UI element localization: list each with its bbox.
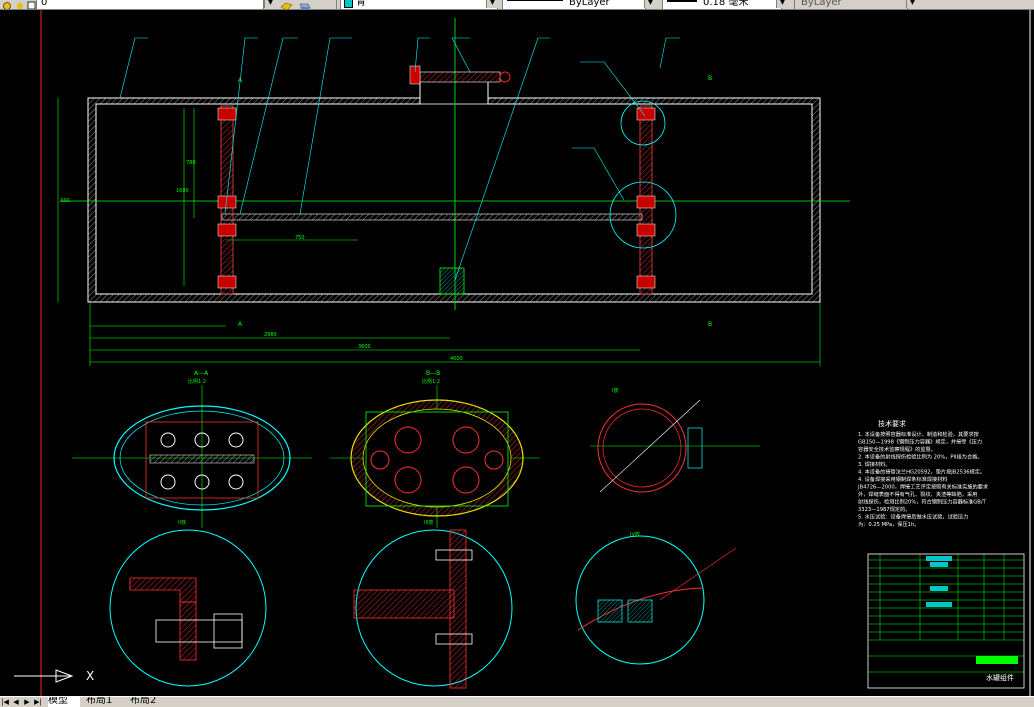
detail-iii: III放 [353,519,513,689]
bb-scale: 比例1:2 [422,378,440,385]
tech-line: 2. 本设备的射线探伤检验比例为 20%，PII级为合格。 [858,453,983,461]
svg-text:X: X [86,669,94,683]
tab-layout1[interactable]: 布局1 [86,697,126,707]
title-block: 水罐组件 [867,553,1025,689]
technical-requirements: 技术要求 1. 本设备按照容器标准设计、制造和检验，其要求按GB150—1998… [857,419,989,528]
dim-1: 330 [60,198,70,204]
ucs-icon: X [14,669,94,683]
lineweight-value: 0.18 毫米 [703,0,749,8]
dim-5: 2980 [264,332,277,338]
detail-iv: IV放 [575,531,737,665]
section-label-a-bottom: A [238,321,243,328]
detail-i: I放 [590,387,760,493]
color-swatch-icon [344,0,353,8]
layout-tab-bar: |◀ ◀ ▶ ▶| 模型 布局1 布局2 [0,696,1034,707]
layer-dropdown-arrow-icon[interactable]: ▼ [264,0,276,8]
dimension-lines [57,98,821,366]
dim-7: 4600 [450,356,463,362]
tech-line: GB150—1998《钢制压力容器》规定，并接受《压力 [858,438,982,446]
aa-title: A—A [194,370,209,377]
linetype-value: ByLayer [569,0,610,8]
tech-line: 为：0.25 MPa，保压1h。 [858,520,919,528]
tech-title: 技术要求 [878,419,906,428]
tab-model[interactable]: 模型 [48,697,80,707]
freeze-icon[interactable] [14,0,26,9]
tech-line: 5. 水压试验：设备焊接后做水压试验，试验压力 [858,513,968,521]
tech-line: 4. 设备焊接采用钢制焊条标准焊接材料 [858,475,948,483]
linetype-dropdown-arrow-icon[interactable]: ▼ [644,0,656,8]
layer-value: 0 [41,0,48,8]
tech-line: JB4726—2000，焊接工艺评定按照有关标准实施的要求 [857,483,989,491]
main-view: 330 780 1600 750 2980 3600 4600 A A B B [57,18,850,366]
tech-line: 外，焊缝表面不得有气孔、裂纹、夹渣等缺陷，采用 [858,490,977,498]
bb-title: B—B [426,370,440,377]
lineweight-sample [667,0,697,2]
bottom-support [439,267,465,295]
detail-iii-title: III放 [424,519,433,526]
detail-i-title: I放 [612,387,618,394]
section-label-b-bottom: B [708,321,712,328]
dim-2: 780 [186,160,196,166]
detail-ii-title: II放 [178,519,186,526]
properties-toolbar: 0 ▼ 青 ▼ ByLayer ▼ 0.18 毫米 ▼ ByLayer ▼ [0,0,1034,10]
plotstyle-value: ByLayer [801,0,842,8]
layer-dropdown[interactable]: 0 [36,0,264,9]
layer-state-icon[interactable] [2,0,14,9]
detail-iv-title: IV放 [630,531,640,538]
lineweight-dropdown-arrow-icon[interactable]: ▼ [776,0,788,8]
section-aa: A—A 比例1:2 [72,370,312,528]
section-label-b-top: B [708,75,712,82]
make-current-layer-icon[interactable] [280,0,293,9]
drawing-canvas[interactable]: 330 780 1600 750 2980 3600 4600 A A B B … [0,10,1034,696]
lineweight-dropdown[interactable]: 0.18 毫米 [662,0,782,9]
linetype-sample [507,0,563,1]
color-dropdown-arrow-icon[interactable]: ▼ [486,0,498,8]
tech-line: 3. 焊接材料。 [858,460,891,468]
title-block-name: 水罐组件 [986,673,1014,682]
plotstyle-dropdown-arrow-icon[interactable]: ▼ [906,0,918,8]
tab-layout2[interactable]: 布局2 [130,697,170,707]
cad-drawing[interactable]: 330 780 1600 750 2980 3600 4600 A A B B … [0,10,1034,696]
tech-line: 4. 本设备的接管法兰HG20592，垫片按JB2536规定。 [858,468,985,476]
section-label-a-top: A [238,77,243,84]
aa-scale: 比例1:2 [188,378,206,385]
leader-lines [119,37,680,281]
tech-lines: 1. 本设备按照容器标准设计、制造和检验，其要求按GB150—1998《钢制压力… [857,430,989,528]
color-value: 青 [356,0,366,8]
detail-ii: II放 [109,519,267,687]
tech-line: 3323—1987规定的。 [858,505,910,513]
color-dropdown[interactable]: 青 [340,0,498,9]
dim-4: 750 [295,235,305,241]
tech-line: 容器安全技术监察规程》的监督。 [858,445,936,453]
plotstyle-dropdown[interactable]: ByLayer [794,0,908,9]
linetype-dropdown[interactable]: ByLayer [502,0,646,9]
inner-baffle [221,213,643,221]
tech-line: 射线探伤，检测比例20%，符合钢制压力容器标准GB/T [858,498,987,506]
top-nozzle [419,71,501,83]
tech-line: 1. 本设备按照容器标准设计、制造和检验，其要求按 [858,430,979,438]
dim-3: 1600 [176,188,189,194]
section-bb: B—B 比例1:2 [330,370,540,528]
layer-previous-icon[interactable] [298,0,311,9]
dim-6: 3600 [358,344,371,350]
